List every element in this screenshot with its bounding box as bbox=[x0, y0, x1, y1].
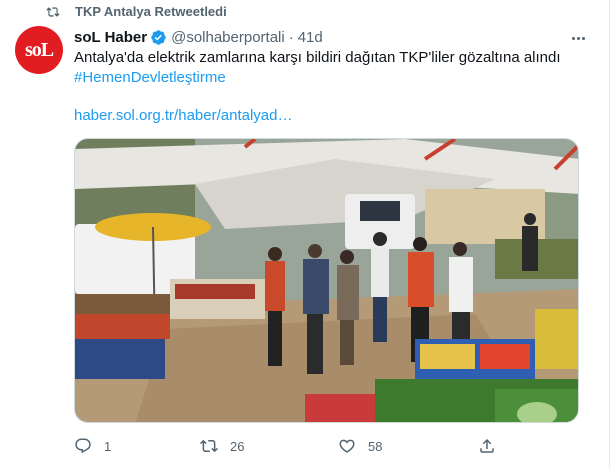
more-options-icon[interactable] bbox=[568, 28, 588, 48]
author-handle[interactable]: @solhaberportali bbox=[171, 29, 285, 46]
retweet-count: 26 bbox=[230, 438, 245, 454]
tweet-timestamp[interactable]: 41d bbox=[298, 29, 323, 46]
reply-count: 1 bbox=[104, 438, 112, 454]
retweet-label[interactable]: TKP Antalya Retweetledi bbox=[75, 4, 227, 19]
retweet-icon bbox=[46, 7, 60, 17]
article-link[interactable]: haber.sol.org.tr/haber/antalyad… bbox=[74, 106, 292, 126]
verified-badge-icon bbox=[151, 29, 166, 45]
like-button[interactable]: 58 bbox=[338, 434, 382, 458]
tweet-header: soL Haber @solhaberportali · 41d bbox=[74, 27, 323, 47]
avatar[interactable]: soL bbox=[15, 26, 63, 74]
share-button[interactable] bbox=[478, 434, 496, 458]
retweet-action-icon bbox=[200, 439, 218, 453]
tweet-card[interactable]: TKP Antalya Retweetledi soL soL Haber @s… bbox=[0, 0, 610, 468]
header-separator: · bbox=[288, 28, 294, 46]
author-name[interactable]: soL Haber bbox=[74, 29, 147, 46]
tweet-text: Antalya'da elektrik zamlarına karşı bild… bbox=[74, 49, 561, 66]
hashtag-link[interactable]: #HemenDevletleştirme bbox=[74, 68, 226, 88]
tweet-actions: 1 26 58 bbox=[74, 434, 584, 458]
reply-icon bbox=[75, 438, 91, 454]
market-photo-illustration bbox=[75, 139, 578, 422]
tweet-photo[interactable] bbox=[74, 138, 579, 423]
reply-button[interactable]: 1 bbox=[74, 434, 111, 458]
avatar-logo-text: soL bbox=[24, 38, 54, 61]
share-icon bbox=[480, 438, 494, 453]
like-count: 58 bbox=[368, 438, 383, 454]
heart-icon bbox=[339, 439, 355, 453]
retweet-button[interactable]: 26 bbox=[200, 434, 244, 458]
